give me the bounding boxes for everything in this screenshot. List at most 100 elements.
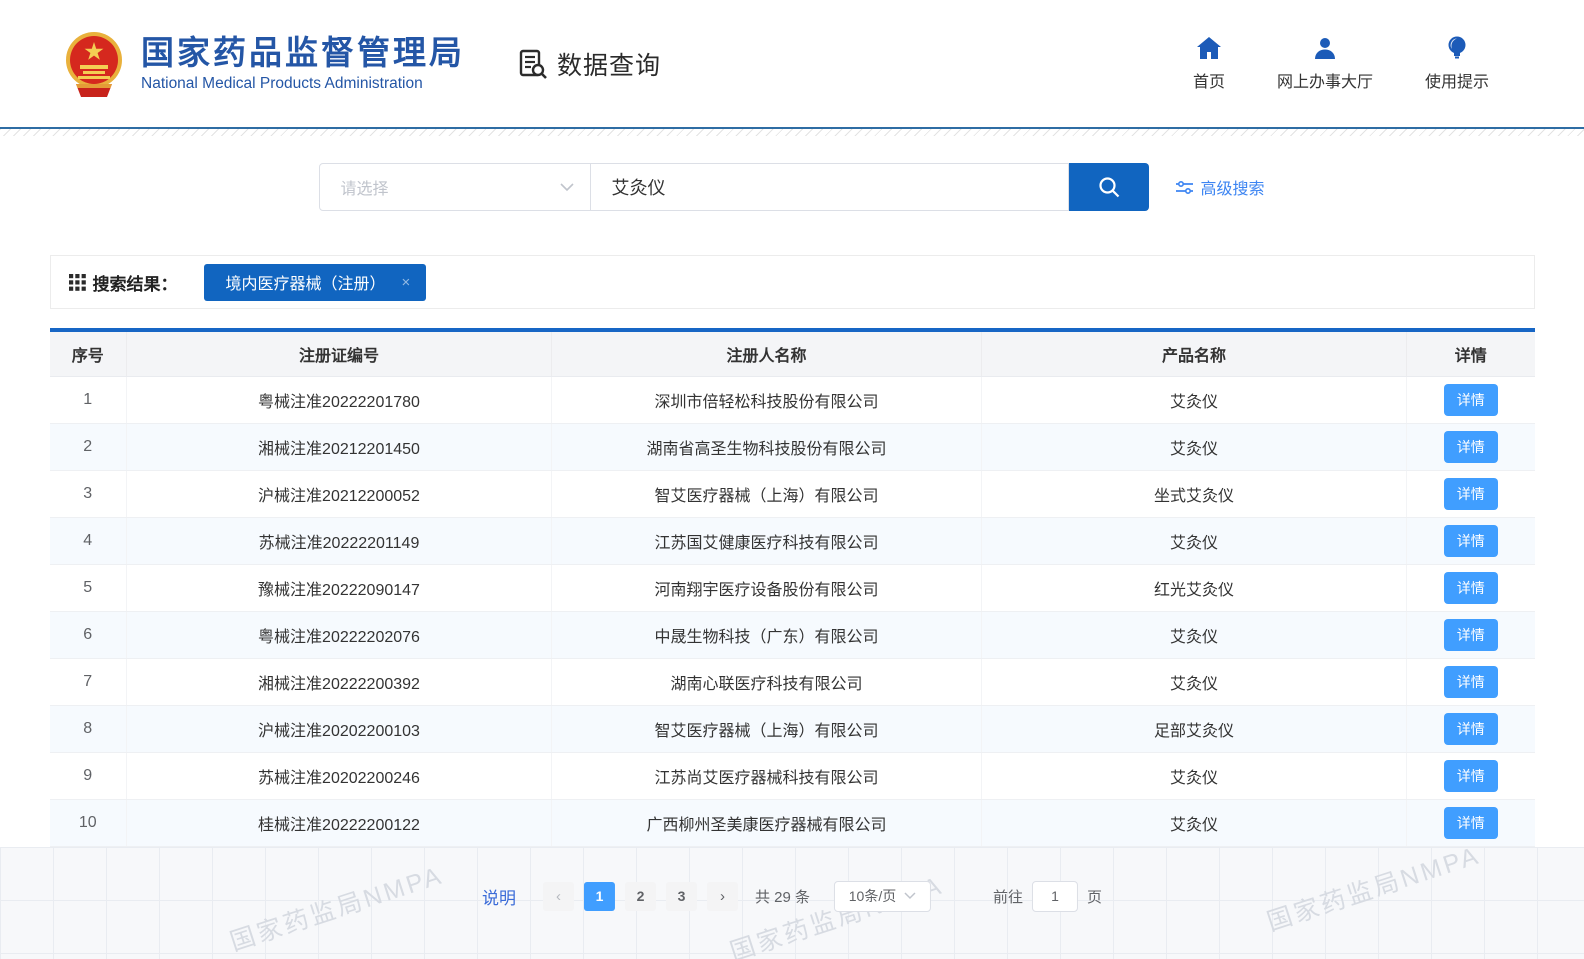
nav-item-home[interactable]: 首页 [1193, 36, 1225, 92]
row-number: 4 [50, 517, 127, 564]
detail-cell: 详情 [1407, 564, 1535, 611]
advanced-search-link[interactable]: 高级搜索 [1176, 175, 1264, 199]
cert-number-cell: 苏械注准20222201149 [127, 517, 552, 564]
row-number: 6 [50, 611, 127, 658]
detail-cell: 详情 [1407, 423, 1535, 470]
page-size-value: 10条/页 [849, 886, 896, 906]
detail-button[interactable]: 详情 [1444, 525, 1498, 557]
product-name-cell: 足部艾灸仪 [982, 705, 1407, 752]
detail-cell: 详情 [1407, 470, 1535, 517]
chevron-down-icon [904, 892, 916, 900]
detail-cell: 详情 [1407, 611, 1535, 658]
search-input[interactable] [591, 163, 1069, 211]
registrant-cell: 广西柳州圣美康医疗器械有限公司 [552, 799, 982, 846]
col-header-product: 产品名称 [982, 332, 1407, 376]
close-icon[interactable]: × [402, 274, 411, 291]
next-page-button[interactable]: › [707, 882, 738, 911]
product-name-cell: 艾灸仪 [982, 799, 1407, 846]
header-divider-hatch [0, 129, 1584, 136]
table-row: 7 湘械注准20222200392 湖南心联医疗科技有限公司 艾灸仪 详情 [50, 658, 1535, 705]
col-header-no: 序号 [50, 332, 127, 376]
detail-button[interactable]: 详情 [1444, 478, 1498, 510]
row-number: 8 [50, 705, 127, 752]
lightbulb-icon [1446, 36, 1468, 60]
search-button[interactable] [1069, 163, 1149, 211]
note-link[interactable]: 说明 [482, 884, 516, 909]
detail-button[interactable]: 详情 [1444, 713, 1498, 745]
cert-number-cell: 沪械注准20212200052 [127, 470, 552, 517]
detail-button[interactable]: 详情 [1444, 572, 1498, 604]
detail-cell: 详情 [1407, 376, 1535, 423]
registrant-cell: 江苏尚艾医疗器械科技有限公司 [552, 752, 982, 799]
detail-cell: 详情 [1407, 799, 1535, 846]
registrant-cell: 深圳市倍轻松科技股份有限公司 [552, 376, 982, 423]
row-number: 5 [50, 564, 127, 611]
nav-label: 网上办事大厅 [1277, 68, 1373, 92]
filter-tag-domestic-devices[interactable]: 境内医疗器械（注册） × [204, 264, 427, 301]
prev-page-button[interactable]: ‹ [543, 882, 574, 911]
goto-suffix: 页 [1087, 886, 1102, 907]
results-label: 搜索结果： [93, 270, 178, 295]
row-number: 3 [50, 470, 127, 517]
table-row: 6 粤械注准20222202076 中晟生物科技（广东）有限公司 艾灸仪 详情 [50, 611, 1535, 658]
nav-item-service-hall[interactable]: 网上办事大厅 [1277, 36, 1373, 92]
table-row: 8 沪械注准20202200103 智艾医疗器械（上海）有限公司 足部艾灸仪 详… [50, 705, 1535, 752]
detail-cell: 详情 [1407, 752, 1535, 799]
nav-label: 使用提示 [1425, 68, 1489, 92]
table-row: 5 豫械注准20222090147 河南翔宇医疗设备股份有限公司 红光艾灸仪 详… [50, 564, 1535, 611]
watermark: 国家药监局NMPA [725, 865, 948, 959]
grid-icon [69, 274, 86, 291]
row-number: 9 [50, 752, 127, 799]
org-name-en: National Medical Products Administration [141, 75, 465, 93]
cert-number-cell: 沪械注准20202200103 [127, 705, 552, 752]
page-size-select[interactable]: 10条/页 [834, 881, 931, 912]
sliders-icon [1176, 180, 1193, 195]
registrant-cell: 湖南省高圣生物科技股份有限公司 [552, 423, 982, 470]
detail-button[interactable]: 详情 [1444, 431, 1498, 463]
registrant-cell: 智艾医疗器械（上海）有限公司 [552, 470, 982, 517]
product-name-cell: 艾灸仪 [982, 658, 1407, 705]
table-header-row: 序号 注册证编号 注册人名称 产品名称 详情 [50, 332, 1535, 376]
table-row: 9 苏械注准20202200246 江苏尚艾医疗器械科技有限公司 艾灸仪 详情 [50, 752, 1535, 799]
detail-button[interactable]: 详情 [1444, 666, 1498, 698]
magnifier-icon [1097, 175, 1121, 199]
results-bar: 搜索结果： 境内医疗器械（注册） × [50, 255, 1535, 309]
page-button-1[interactable]: 1 [584, 882, 615, 911]
page-button-2[interactable]: 2 [625, 882, 656, 911]
cert-number-cell: 桂械注准20222200122 [127, 799, 552, 846]
row-number: 2 [50, 423, 127, 470]
detail-cell: 详情 [1407, 517, 1535, 564]
page-button-3[interactable]: 3 [666, 882, 697, 911]
category-select[interactable]: 请选择 [319, 163, 591, 211]
product-name-cell: 艾灸仪 [982, 376, 1407, 423]
cert-number-cell: 湘械注准20212201450 [127, 423, 552, 470]
table-row: 4 苏械注准20222201149 江苏国艾健康医疗科技有限公司 艾灸仪 详情 [50, 517, 1535, 564]
registrant-cell: 江苏国艾健康医疗科技有限公司 [552, 517, 982, 564]
product-name-cell: 艾灸仪 [982, 611, 1407, 658]
search-bar: 请选择 高级搜索 [0, 163, 1584, 211]
detail-button[interactable]: 详情 [1444, 384, 1498, 416]
product-name-cell: 坐式艾灸仪 [982, 470, 1407, 517]
product-name-cell: 艾灸仪 [982, 752, 1407, 799]
registrant-cell: 湖南心联医疗科技有限公司 [552, 658, 982, 705]
page-title: 数据查询 [517, 46, 661, 82]
detail-button[interactable]: 详情 [1444, 619, 1498, 651]
cert-number-cell: 粤械注准20222202076 [127, 611, 552, 658]
nav-item-usage-tips[interactable]: 使用提示 [1425, 36, 1489, 92]
cert-number-cell: 粤械注准20222201780 [127, 376, 552, 423]
national-emblem-icon [62, 29, 126, 99]
home-icon [1196, 36, 1222, 60]
registrant-cell: 智艾医疗器械（上海）有限公司 [552, 705, 982, 752]
watermark: 国家药监局NMPA [1262, 847, 1485, 938]
chevron-down-icon [560, 183, 574, 192]
cert-number-cell: 豫械注准20222090147 [127, 564, 552, 611]
cert-number-cell: 湘械注准20222200392 [127, 658, 552, 705]
product-name-cell: 艾灸仪 [982, 517, 1407, 564]
detail-button[interactable]: 详情 [1444, 807, 1498, 839]
org-name-cn: 国家药品监督管理局 [141, 34, 465, 72]
col-header-detail: 详情 [1407, 332, 1535, 376]
nmpa-logo: 国家药品监督管理局 National Medical Products Admi… [62, 29, 465, 99]
footer: 国家药监局NMPA 国家药监局NMPA 国家药监局NMPA 说明 ‹ 1 2 3… [0, 847, 1584, 959]
detail-button[interactable]: 详情 [1444, 760, 1498, 792]
goto-page-input[interactable] [1032, 881, 1078, 912]
